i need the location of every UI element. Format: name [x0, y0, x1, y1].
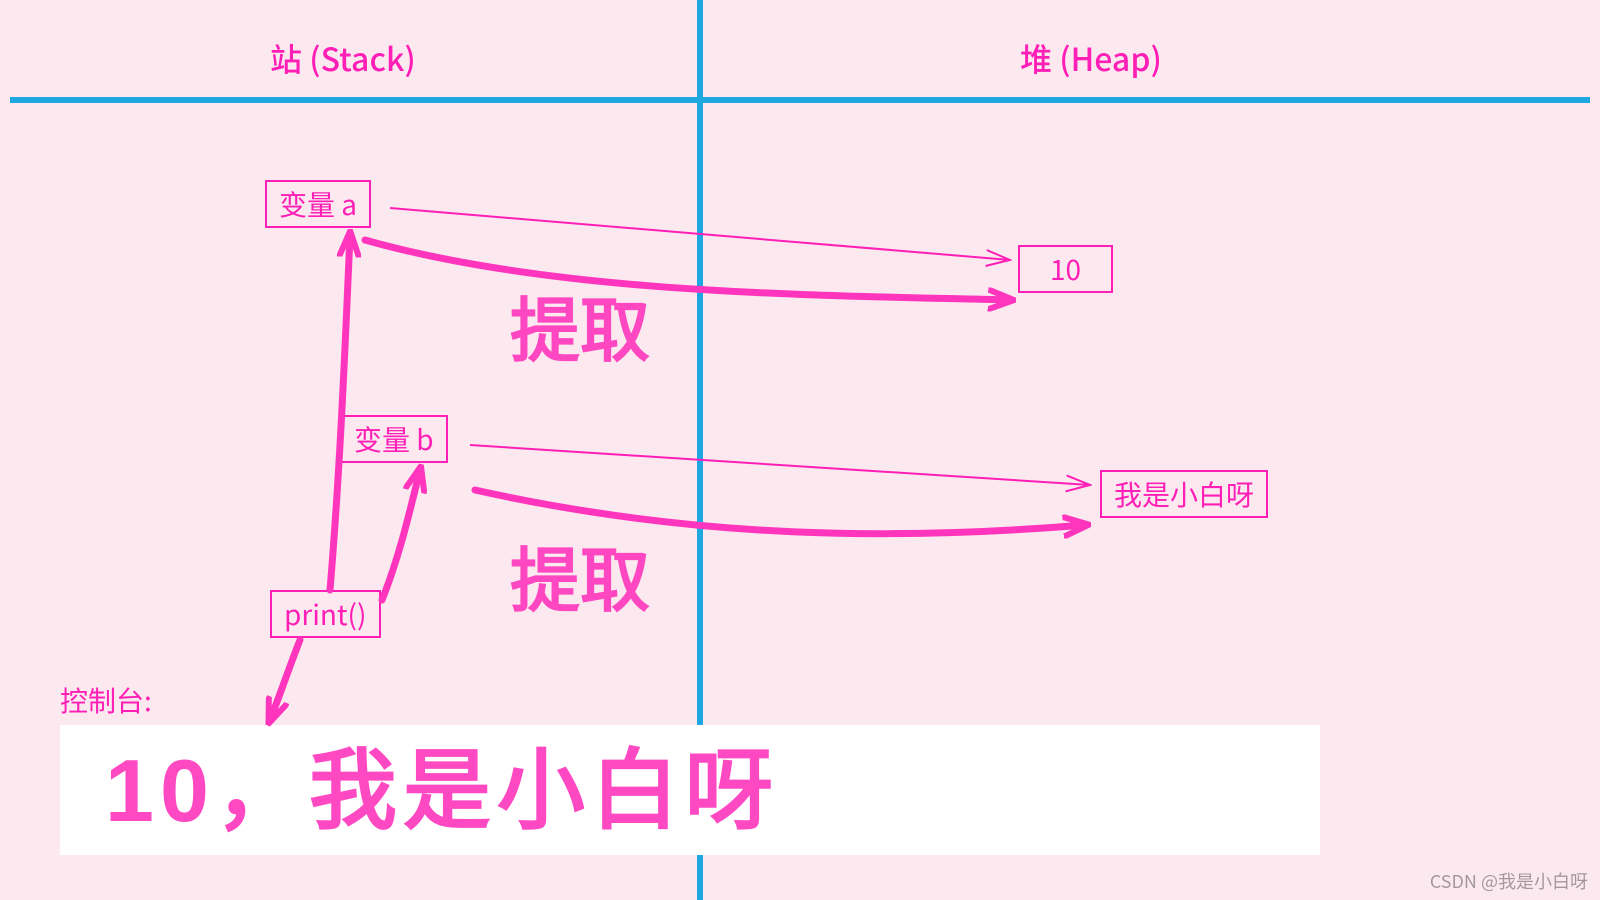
console-output-handwriting: 10，我是小白呀 — [105, 720, 779, 847]
arrow-print-to-console — [270, 640, 300, 720]
variable-a-box: 变量 a — [265, 180, 371, 228]
variable-b-box: 变量 b — [340, 415, 448, 463]
arrow-a-to-10-thin — [390, 208, 1010, 260]
heap-header: 堆 (Heap) — [1020, 35, 1162, 81]
arrow-a-to-10-thick — [365, 240, 1010, 300]
heap-value-b-box: 我是小白呀 — [1100, 470, 1268, 518]
extract-annotation-2: 提取 — [510, 525, 650, 626]
console-label: 控制台: — [60, 680, 152, 720]
arrow-print-to-b — [382, 470, 420, 600]
print-box: print() — [270, 590, 381, 638]
arrow-print-to-a — [330, 235, 350, 590]
arrow-b-to-str-thin — [470, 445, 1090, 485]
watermark: CSDN @我是小白呀 — [1430, 868, 1588, 894]
extract-annotation-1: 提取 — [510, 275, 650, 376]
stack-header: 站 (Stack) — [270, 35, 416, 81]
heap-value-a-box: 10 — [1018, 245, 1113, 293]
